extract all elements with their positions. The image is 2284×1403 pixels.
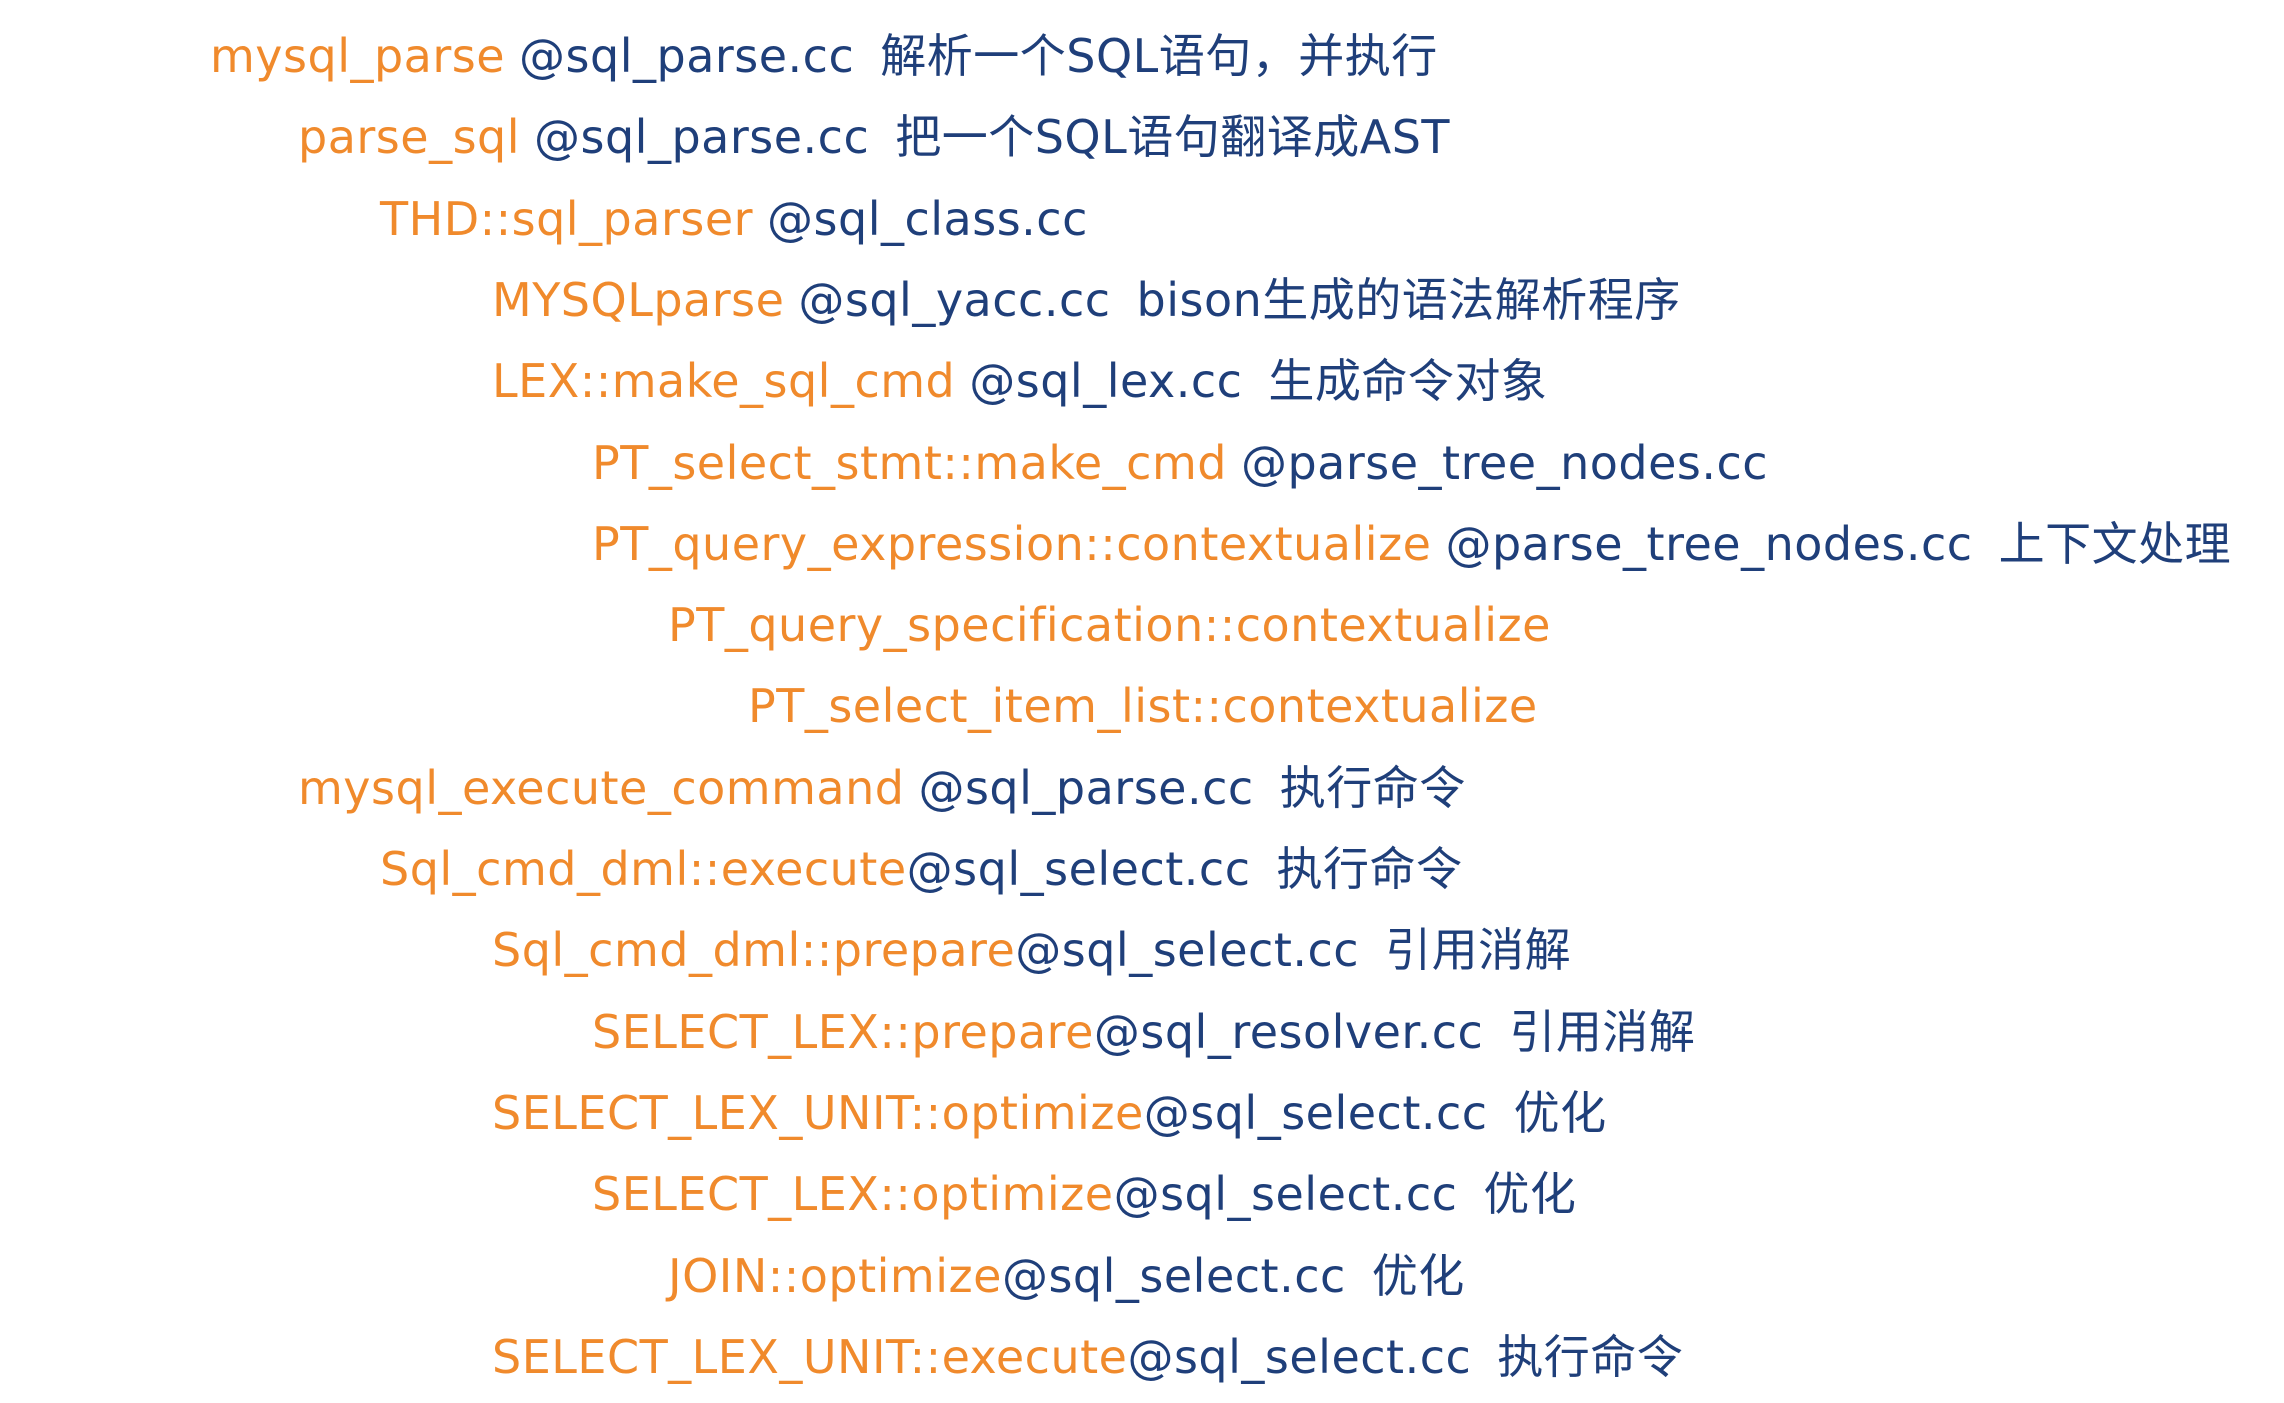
function-name: SELECT_LEX::optimize	[592, 1167, 1114, 1222]
call-tree-row: SELECT_LEX::optimize@sql_select.cc 优化	[592, 1154, 1576, 1234]
source-file: @sql_yacc.cc	[798, 272, 1111, 327]
source-file: @sql_select.cc	[1001, 1248, 1346, 1303]
call-tree-row: mysql_execute_command @sql_parse.cc 执行命令	[298, 748, 1466, 828]
call-tree: mysql_parse @sql_parse.cc 解析一个SQL语句，并执行 par…	[0, 0, 2284, 1403]
call-tree-row: SELECT_LEX_UNIT::execute@sql_select.cc 执行…	[492, 1317, 1683, 1397]
step-description: 解析一个SQL语句，并执行	[880, 29, 1438, 83]
source-file: @sql_select.cc	[1143, 1085, 1488, 1140]
source-file: @sql_lex.cc	[969, 354, 1243, 409]
function-name: Sql_cmd_dml::execute	[380, 842, 907, 896]
call-tree-row: PT_select_stmt::make_cmd @parse_tree_node…	[592, 423, 1768, 503]
source-file: @sql_parse.cc	[534, 110, 870, 165]
source-file: @sql_select.cc	[1015, 923, 1360, 978]
function-name: MYSQLparse	[492, 272, 785, 327]
call-tree-row: Sql_cmd_dml::prepare@sql_select.cc 引用消解	[492, 910, 1571, 990]
call-tree-row: MYSQLparse @sql_yacc.cc bison生成的语法解析程序	[492, 260, 1681, 340]
call-tree-row: mysql_parse @sql_parse.cc 解析一个SQL语句，并执行	[210, 16, 1438, 96]
function-name: mysql_execute_command	[298, 760, 905, 815]
step-description: 执行命令	[1497, 1329, 1684, 1384]
step-description: 上下文处理	[1998, 516, 2232, 571]
function-name: SELECT_LEX::prepare	[592, 1004, 1094, 1059]
function-name: mysql_parse	[210, 29, 506, 83]
function-name: PT_query_specification::contextualize	[668, 598, 1551, 653]
call-tree-row: SELECT_LEX_UNIT::optimize@sql_select.cc 优…	[492, 1073, 1607, 1153]
function-name: LEX::make_sql_cmd	[492, 354, 956, 409]
function-name: Sql_cmd_dml::prepare	[492, 923, 1016, 978]
function-name: JOIN::optimize	[668, 1248, 1002, 1303]
function-name: SELECT_LEX_UNIT::execute	[492, 1329, 1128, 1384]
step-description: 引用消解	[1509, 1004, 1696, 1059]
call-tree-row: JOIN::optimize@sql_select.cc 优化	[668, 1236, 1465, 1316]
call-tree-row: THD::sql_parser @sql_class.cc	[380, 179, 1088, 259]
source-file: @parse_tree_nodes.cc	[1445, 516, 1973, 571]
call-tree-row: LEX::make_sql_cmd @sql_lex.cc 生成命令对象	[492, 341, 1547, 421]
source-file: @sql_parse.cc	[918, 760, 1254, 815]
call-tree-row: PT_query_specification::contextualize	[668, 585, 1551, 665]
step-description: 引用消解	[1385, 923, 1572, 978]
call-tree-row: PT_select_item_list::contextualize	[748, 666, 1538, 746]
step-description: 把一个SQL语句翻译成AST	[895, 110, 1451, 165]
source-file: @sql_class.cc	[767, 191, 1088, 246]
call-tree-row: parse_sql @sql_parse.cc 把一个SQL语句翻译成AST	[298, 97, 1450, 177]
step-description: 优化	[1371, 1248, 1465, 1303]
function-name: PT_query_expression::contextualize	[592, 516, 1432, 571]
call-tree-row: SELECT_LEX::prepare@sql_resolver.cc 引用消解	[592, 992, 1695, 1072]
step-description: bison生成的语法解析程序	[1136, 272, 1681, 327]
source-file: @parse_tree_nodes.cc	[1240, 435, 1769, 490]
function-name: SELECT_LEX_UNIT::optimize	[492, 1085, 1144, 1140]
function-name: THD::sql_parser	[380, 191, 754, 246]
source-file: @sql_parse.cc	[519, 29, 855, 83]
step-description: 执行命令	[1276, 842, 1463, 896]
source-file: @sql_select.cc	[1113, 1167, 1458, 1222]
function-name: parse_sql	[298, 110, 521, 165]
function-name: PT_select_item_list::contextualize	[748, 679, 1538, 734]
step-description: 优化	[1483, 1167, 1577, 1222]
source-file: @sql_select.cc	[1127, 1329, 1472, 1384]
source-file: @sql_select.cc	[906, 842, 1251, 896]
call-tree-row: PT_query_expression::contextualize @parse…	[592, 504, 2231, 584]
step-description: 生成命令对象	[1268, 354, 1548, 409]
source-file: @sql_resolver.cc	[1093, 1004, 1484, 1059]
step-description: 优化	[1513, 1085, 1607, 1140]
step-description: 执行命令	[1279, 760, 1466, 815]
function-name: PT_select_stmt::make_cmd	[592, 435, 1227, 490]
call-tree-row: Sql_cmd_dml::execute@sql_select.cc 执行命令	[380, 829, 1462, 909]
